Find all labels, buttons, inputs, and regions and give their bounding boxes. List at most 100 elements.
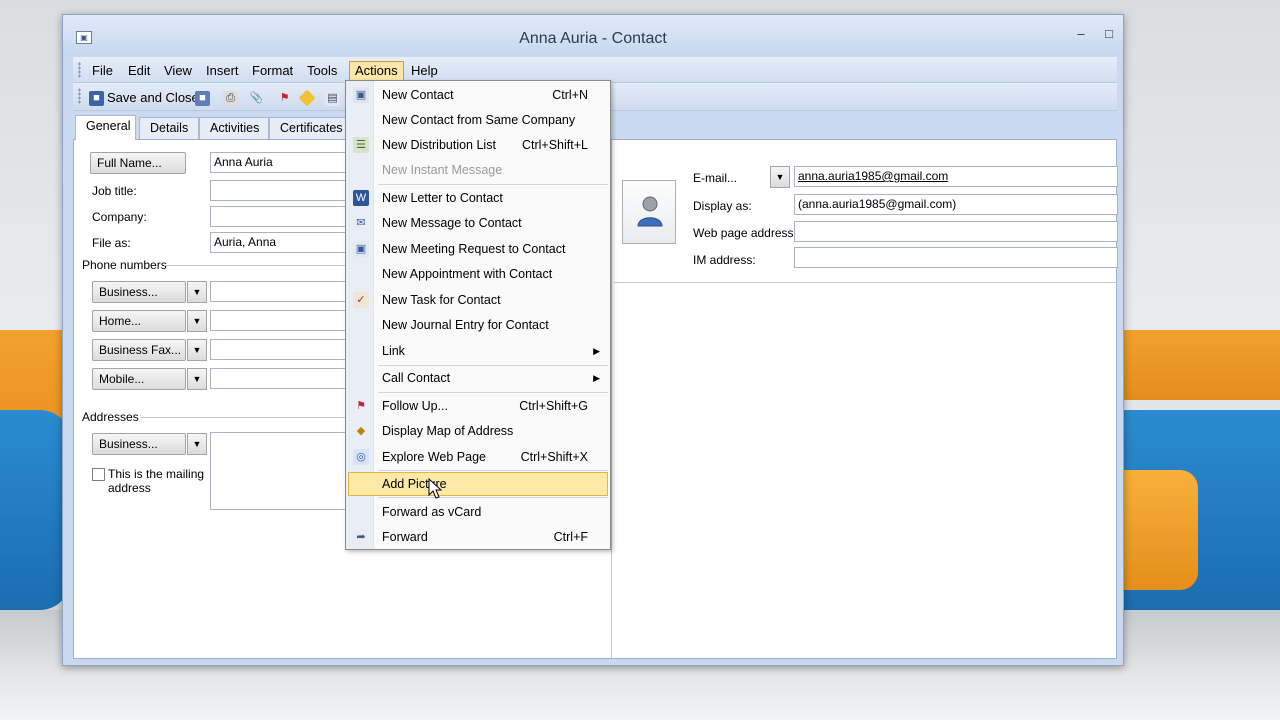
menu-actions[interactable]: Actions bbox=[349, 61, 404, 81]
display-as-field[interactable]: (anna.auria1985@gmail.com) bbox=[794, 194, 1118, 215]
distribution-list-icon: ☰ bbox=[353, 137, 369, 153]
phone-home-button[interactable]: Home... bbox=[92, 310, 186, 332]
menu-item-new-appointment[interactable]: New Appointment with Contact bbox=[348, 262, 608, 286]
chevron-right-icon: ▶ bbox=[593, 346, 600, 356]
file-as-label: File as: bbox=[92, 236, 131, 250]
maximize-button[interactable]: □ bbox=[1101, 27, 1117, 41]
person-icon bbox=[637, 196, 663, 227]
chevron-down-icon[interactable]: ▼ bbox=[187, 433, 207, 455]
save-icon[interactable]: ■ bbox=[89, 91, 104, 106]
grip-handle[interactable] bbox=[78, 62, 81, 78]
job-title-field[interactable] bbox=[210, 180, 350, 201]
grip-handle[interactable] bbox=[78, 88, 81, 104]
menu-item-new-contact-same-company[interactable]: New Contact from Same Company bbox=[348, 108, 608, 132]
email-field[interactable]: anna.auria1985@gmail.com bbox=[794, 166, 1118, 187]
phone-business-field[interactable] bbox=[210, 281, 350, 302]
address-business-button[interactable]: Business... bbox=[92, 433, 186, 455]
divider bbox=[614, 282, 1118, 283]
menu-item-display-map[interactable]: ◆ Display Map of Address bbox=[348, 419, 608, 443]
phone-business-button[interactable]: Business... bbox=[92, 281, 186, 303]
chevron-down-icon[interactable]: ▼ bbox=[187, 281, 207, 303]
menu-item-new-journal-entry[interactable]: New Journal Entry for Contact bbox=[348, 313, 608, 337]
contact-card-icon: ▣ bbox=[353, 87, 369, 103]
phone-business-fax-button[interactable]: Business Fax... bbox=[92, 339, 186, 361]
chevron-down-icon[interactable]: ▼ bbox=[187, 368, 207, 390]
menu-item-explore-web-page[interactable]: ◎ Explore Web Page Ctrl+Shift+X bbox=[348, 445, 608, 469]
menu-item-add-picture[interactable]: Add Picture bbox=[348, 472, 608, 496]
job-title-label: Job title: bbox=[92, 184, 137, 198]
tab-details[interactable]: Details bbox=[139, 117, 199, 139]
web-page-field[interactable] bbox=[794, 221, 1118, 242]
print-icon[interactable]: ⎙ bbox=[223, 91, 238, 106]
globe-icon: ◎ bbox=[353, 449, 369, 465]
menu-tools[interactable]: Tools bbox=[302, 61, 342, 81]
save-and-close-button[interactable]: Save and Close bbox=[107, 88, 199, 108]
map-icon[interactable] bbox=[298, 89, 316, 107]
menu-item-new-message[interactable]: ✉ New Message to Contact bbox=[348, 211, 608, 235]
actions-menu: ▣ New Contact Ctrl+N New Contact from Sa… bbox=[345, 80, 611, 550]
chevron-down-icon[interactable]: ▼ bbox=[187, 339, 207, 361]
tab-general[interactable]: General bbox=[75, 115, 136, 140]
menu-item-new-contact[interactable]: ▣ New Contact Ctrl+N bbox=[348, 83, 608, 107]
chevron-down-icon[interactable]: ▼ bbox=[770, 166, 790, 188]
menu-item-follow-up[interactable]: ⚑ Follow Up... Ctrl+Shift+G bbox=[348, 394, 608, 418]
company-label: Company: bbox=[92, 210, 147, 224]
menu-view[interactable]: View bbox=[159, 61, 197, 81]
tab-activities[interactable]: Activities bbox=[199, 117, 269, 139]
map-icon: ◆ bbox=[356, 425, 366, 437]
menu-item-call-contact[interactable]: Call Contact ▶ bbox=[348, 366, 608, 390]
word-document-icon: W bbox=[353, 190, 369, 206]
menu-item-forward[interactable]: ➦ Forward Ctrl+F bbox=[348, 525, 608, 549]
phone-business-fax-field[interactable] bbox=[210, 339, 350, 360]
menu-item-new-meeting-request[interactable]: ▣ New Meeting Request to Contact bbox=[348, 237, 608, 261]
phone-mobile-button[interactable]: Mobile... bbox=[92, 368, 186, 390]
full-name-button[interactable]: Full Name... bbox=[90, 152, 186, 174]
display-as-label: Display as: bbox=[693, 199, 752, 213]
menu-format[interactable]: Format bbox=[247, 61, 298, 81]
company-field[interactable] bbox=[210, 206, 350, 227]
contact-picture[interactable] bbox=[622, 180, 676, 244]
address-field[interactable] bbox=[210, 432, 350, 510]
save-icon[interactable]: ■ bbox=[195, 91, 210, 106]
meeting-icon: ▣ bbox=[353, 241, 369, 257]
flag-icon[interactable]: ⚑ bbox=[277, 91, 292, 106]
menu-item-new-letter[interactable]: W New Letter to Contact bbox=[348, 186, 608, 210]
background-couch bbox=[0, 410, 70, 610]
menu-help[interactable]: Help bbox=[406, 61, 443, 81]
mailing-address-checkbox[interactable] bbox=[92, 468, 105, 481]
minimize-button[interactable]: – bbox=[1073, 27, 1089, 41]
menu-insert[interactable]: Insert bbox=[201, 61, 244, 81]
title-bar: ▣ Anna Auria - Contact – □ bbox=[63, 15, 1123, 55]
menu-item-new-instant-message: New Instant Message bbox=[382, 163, 503, 177]
menu-edit[interactable]: Edit bbox=[123, 61, 155, 81]
attach-icon[interactable]: 📎 bbox=[249, 91, 264, 106]
tab-certificates[interactable]: Certificates bbox=[269, 117, 351, 139]
mailing-address-label: address bbox=[108, 481, 151, 495]
mouse-cursor-icon bbox=[428, 478, 442, 499]
phone-mobile-field[interactable] bbox=[210, 368, 350, 389]
menu-item-forward-vcard[interactable]: Forward as vCard bbox=[348, 500, 608, 524]
card-icon[interactable]: ▤ bbox=[325, 91, 340, 106]
menu-separator bbox=[378, 184, 608, 185]
menu-file[interactable]: File bbox=[87, 61, 118, 81]
task-icon: ✓ bbox=[353, 292, 369, 308]
phone-home-field[interactable] bbox=[210, 310, 350, 331]
addresses-heading: Addresses bbox=[82, 410, 139, 424]
full-name-field[interactable]: Anna Auria bbox=[210, 152, 350, 173]
forward-icon: ➦ bbox=[353, 529, 369, 545]
chevron-right-icon: ▶ bbox=[593, 373, 600, 383]
background-wall bbox=[1118, 330, 1280, 400]
divider bbox=[164, 265, 350, 266]
menu-separator bbox=[378, 497, 608, 498]
flag-icon: ⚑ bbox=[356, 400, 366, 412]
chevron-down-icon[interactable]: ▼ bbox=[187, 310, 207, 332]
menu-item-new-distribution-list[interactable]: ☰ New Distribution List Ctrl+Shift+L bbox=[348, 133, 608, 157]
menu-item-link[interactable]: Link ▶ bbox=[348, 339, 608, 363]
mailing-address-label: This is the mailing bbox=[108, 467, 205, 481]
menu-item-new-task[interactable]: ✓ New Task for Contact bbox=[348, 288, 608, 312]
im-address-field[interactable] bbox=[794, 247, 1118, 268]
email-label: E-mail... bbox=[693, 171, 738, 185]
divider bbox=[140, 417, 350, 418]
envelope-icon: ✉ bbox=[353, 215, 369, 231]
file-as-field[interactable]: Auria, Anna bbox=[210, 232, 350, 253]
